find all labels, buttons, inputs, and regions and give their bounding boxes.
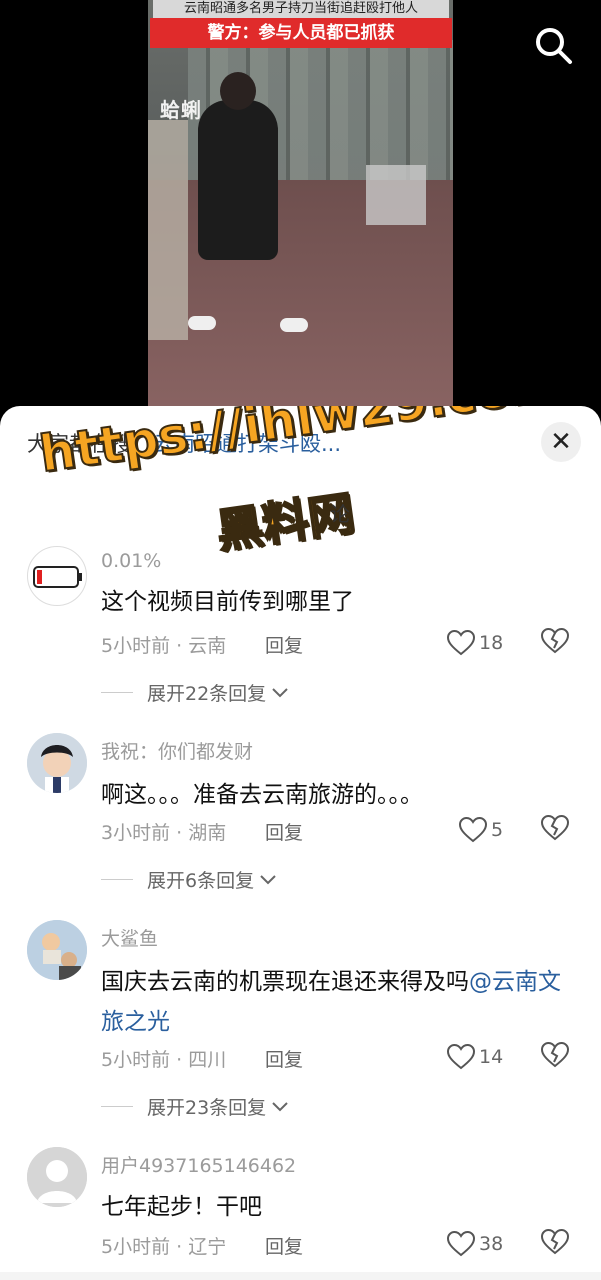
photo-avatar-icon: [27, 920, 87, 980]
comment-username[interactable]: 用户4937165146462: [101, 1151, 296, 1178]
comment-text: 这个视频目前传到哪里了: [101, 589, 354, 615]
like-button[interactable]: 5: [459, 815, 519, 845]
like-count: 14: [479, 1046, 504, 1068]
person-center: [198, 72, 278, 260]
expand-replies[interactable]: 展开6条回复: [101, 866, 278, 893]
close-button[interactable]: ✕: [541, 422, 581, 462]
like-count: 5: [491, 819, 504, 841]
chevron-down-icon: [272, 687, 288, 697]
bottom-bar: [0, 1272, 601, 1280]
blurred-sign: [366, 165, 426, 225]
like-button[interactable]: 38: [447, 1229, 507, 1259]
watermark-url: https://ihlw29.com: [35, 406, 566, 484]
like-count: 18: [479, 632, 504, 654]
comment-username[interactable]: 我祝：你们都发财: [101, 737, 253, 764]
expand-replies[interactable]: 展开22条回复: [101, 679, 290, 706]
headline-top: 云南昭通多名男子持刀当街追赶殴打他人: [153, 0, 449, 18]
comment-username[interactable]: 0.01%: [101, 550, 161, 572]
comment-text: 啊这。。。准备去云南旅游的。。。: [101, 782, 423, 808]
reply-button[interactable]: 回复: [265, 1045, 303, 1072]
comment-time-location: 3小时前 · 湖南: [101, 822, 227, 844]
heart-icon: [447, 1231, 475, 1257]
default-avatar-icon: [27, 1147, 87, 1207]
dislike-button[interactable]: [540, 627, 572, 658]
avatar[interactable]: [27, 546, 87, 606]
comment-time-location: 5小时前 · 辽宁: [101, 1236, 227, 1258]
battery-icon: [33, 566, 82, 588]
dislike-button[interactable]: [540, 814, 572, 845]
close-icon[interactable]: ✕: [550, 427, 572, 457]
shoe: [188, 316, 216, 330]
partial-label: 论: [330, 502, 350, 526]
dislike-button[interactable]: [540, 1041, 572, 1072]
anime-avatar-icon: [27, 733, 87, 793]
comment-time-location: 5小时前 · 四川: [101, 1049, 227, 1071]
avatar[interactable]: [27, 1147, 87, 1207]
avatar[interactable]: [27, 920, 87, 980]
screen: 蛤蜊 云南昭通多名男子持刀当街追赶殴打他人 警方：参与人员都已抓获 大家都在搜：…: [0, 0, 601, 1280]
comment-panel: 大家都在搜：云南昭通打架斗殴... ✕ https://ihlw29.com 黑…: [0, 406, 601, 1280]
like-count: 38: [479, 1233, 504, 1255]
reply-button[interactable]: 回复: [265, 631, 303, 658]
broken-heart-icon: [540, 627, 570, 654]
avatar[interactable]: [27, 733, 87, 793]
search-icon[interactable]: [532, 24, 574, 66]
comment-username[interactable]: 大鲨鱼: [101, 924, 158, 951]
like-button[interactable]: 14: [447, 1042, 507, 1072]
broken-heart-icon: [540, 814, 570, 841]
headline-red: 警方：参与人员都已抓获: [150, 18, 452, 48]
heart-icon: [447, 1044, 475, 1070]
comment-text: 七年起步！干吧: [101, 1194, 262, 1220]
expand-replies-label[interactable]: 展开23条回复: [147, 1093, 266, 1120]
person-head: [220, 72, 256, 110]
expand-replies-label[interactable]: 展开22条回复: [147, 679, 266, 706]
expand-replies[interactable]: 展开23条回复: [101, 1093, 290, 1120]
divider: [101, 1106, 133, 1107]
comment-text: 国庆去云南的机票现在退还来得及吗@云南文旅之光: [101, 962, 581, 1042]
like-button[interactable]: 18: [447, 628, 507, 658]
reply-button[interactable]: 回复: [265, 818, 303, 845]
divider: [101, 692, 133, 693]
broken-heart-icon: [540, 1228, 570, 1255]
comment-time-location: 5小时前 · 云南: [101, 635, 227, 657]
heart-icon: [459, 817, 487, 843]
dislike-button[interactable]: [540, 1228, 572, 1259]
shoe: [280, 318, 308, 332]
expand-replies-label[interactable]: 展开6条回复: [147, 866, 254, 893]
person-left: [148, 120, 188, 340]
divider: [101, 879, 133, 880]
comment-text-body: 国庆去云南的机票现在退还来得及吗: [101, 969, 469, 995]
video-player[interactable]: 蛤蜊: [148, 0, 453, 420]
reply-button[interactable]: 回复: [265, 1232, 303, 1259]
video-watermark: 蛤蜊: [160, 98, 202, 122]
chevron-down-icon: [260, 874, 276, 884]
broken-heart-icon: [540, 1041, 570, 1068]
heart-icon: [447, 630, 475, 656]
chevron-down-icon: [272, 1101, 288, 1111]
